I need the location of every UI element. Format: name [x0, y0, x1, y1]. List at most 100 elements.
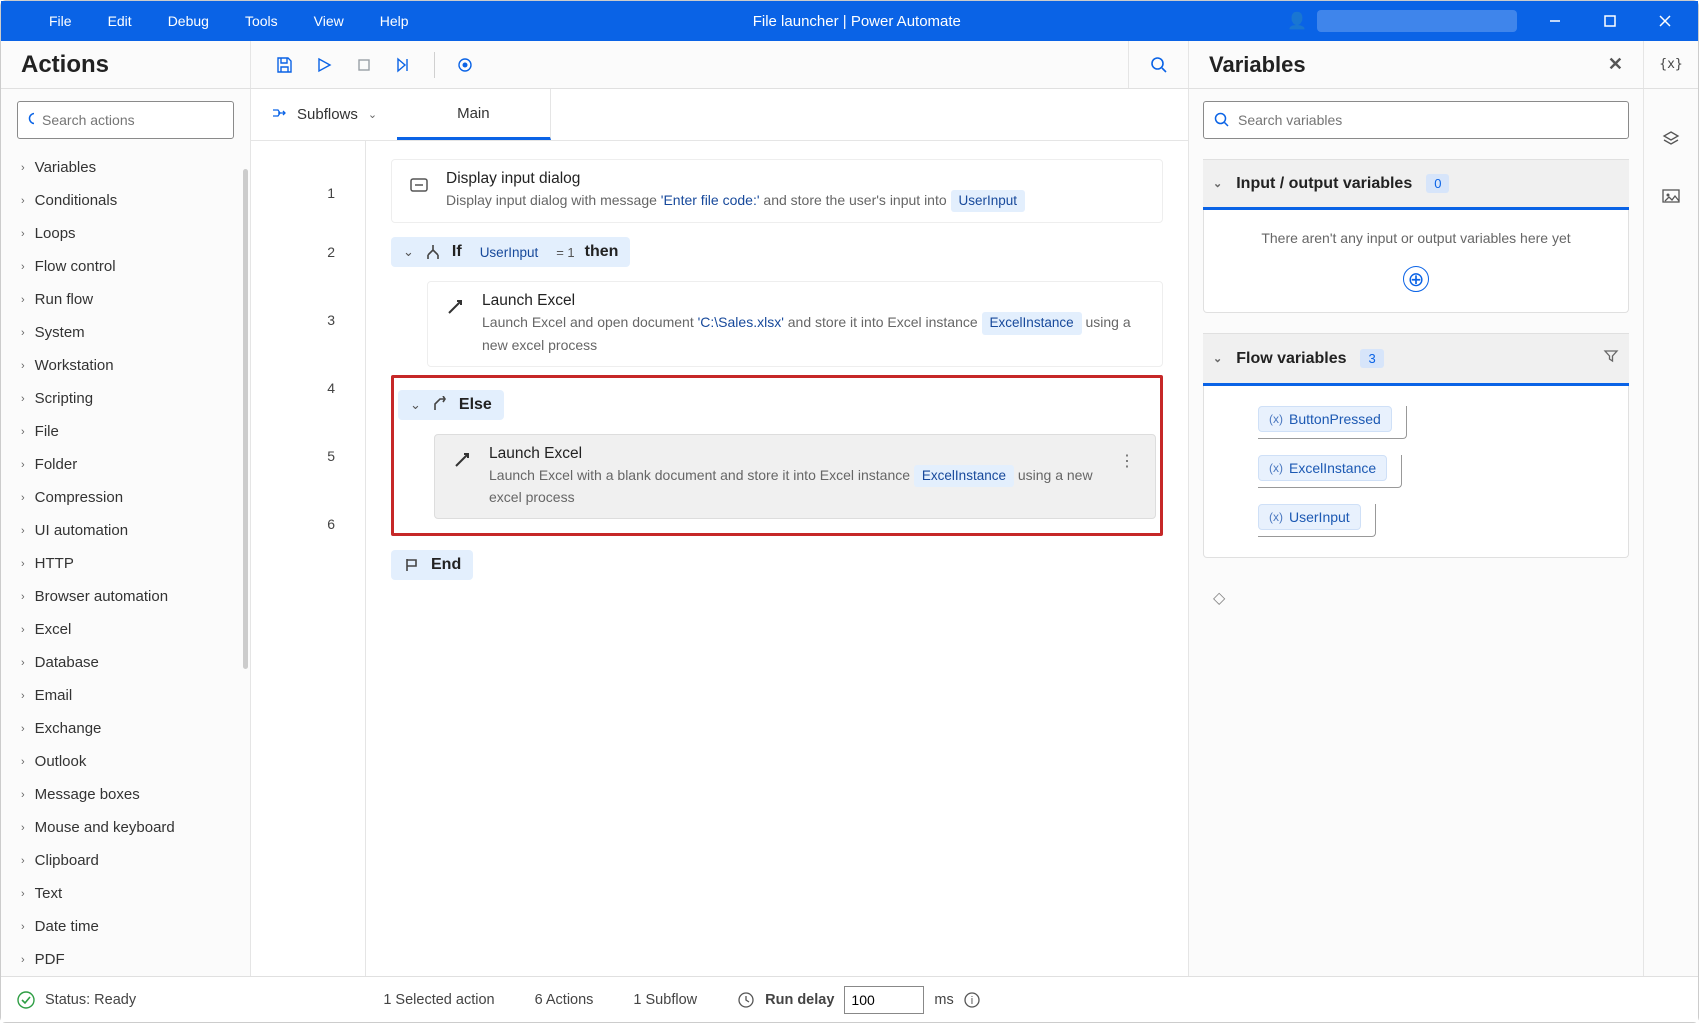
action-category[interactable]: ›Compression	[17, 481, 234, 514]
action-category[interactable]: ›Outlook	[17, 745, 234, 778]
more-options-button[interactable]: ⋮	[1113, 445, 1141, 477]
info-icon[interactable]: i	[964, 992, 980, 1008]
add-io-variable-button[interactable]: ⊕	[1403, 266, 1429, 292]
step-title: Launch Excel	[489, 445, 1099, 463]
action-category[interactable]: ›Exchange	[17, 712, 234, 745]
end-block[interactable]: End	[391, 544, 1163, 586]
io-vars-count: 0	[1426, 174, 1449, 193]
chevron-down-icon: ⌄	[1213, 352, 1222, 365]
variables-search[interactable]	[1203, 101, 1629, 139]
action-category[interactable]: ›Message boxes	[17, 778, 234, 811]
flow-vars-count: 3	[1360, 349, 1383, 368]
else-block[interactable]: ⌄Else	[398, 384, 1156, 426]
flow-step[interactable]: Launch ExcelLaunch Excel with a blank do…	[434, 434, 1156, 519]
flow-variable[interactable]: (x) UserInput	[1258, 504, 1361, 530]
flow-vars-title: Flow variables	[1236, 350, 1346, 368]
action-category-label: Browser automation	[35, 588, 168, 605]
stop-button[interactable]	[346, 47, 382, 83]
menu-tools[interactable]: Tools	[227, 3, 296, 39]
save-button[interactable]	[266, 47, 302, 83]
variables-search-input[interactable]	[1238, 112, 1618, 128]
menu-help[interactable]: Help	[362, 3, 427, 39]
action-category[interactable]: ›Database	[17, 646, 234, 679]
variable-chip[interactable]: ExcelInstance	[914, 465, 1014, 487]
action-category[interactable]: ›File	[17, 415, 234, 448]
menu-view[interactable]: View	[296, 3, 362, 39]
action-category[interactable]: ›Run flow	[17, 283, 234, 316]
action-category[interactable]: ›Email	[17, 679, 234, 712]
chevron-right-icon: ›	[21, 525, 25, 537]
scrollbar-thumb[interactable]	[243, 169, 248, 669]
variable-chip[interactable]: ExcelInstance	[982, 312, 1082, 334]
maximize-button[interactable]	[1582, 1, 1637, 41]
menu-debug[interactable]: Debug	[150, 3, 227, 39]
variables-panel-close[interactable]: ✕	[1608, 54, 1623, 75]
action-category[interactable]: ›System	[17, 316, 234, 349]
variable-chip[interactable]: UserInput	[951, 190, 1026, 212]
action-category[interactable]: ›Date time	[17, 910, 234, 943]
flow-step[interactable]: Display input dialogDisplay input dialog…	[391, 159, 1163, 223]
action-category[interactable]: ›Browser automation	[17, 580, 234, 613]
minimize-button[interactable]	[1527, 1, 1582, 41]
variable-icon: (x)	[1269, 510, 1283, 524]
run-button[interactable]	[306, 47, 342, 83]
menu-edit[interactable]: Edit	[90, 3, 150, 39]
action-category[interactable]: ›UI automation	[17, 514, 234, 547]
variable-chip[interactable]: UserInput	[472, 244, 547, 261]
action-category-label: Text	[35, 885, 63, 902]
rail-images-icon[interactable]	[1657, 182, 1685, 213]
account-icon[interactable]: 👤	[1287, 11, 1307, 31]
chevron-down-icon: ⌄	[368, 108, 377, 121]
eraser-icon[interactable]: ◇	[1203, 578, 1629, 618]
action-category-label: Folder	[35, 456, 78, 473]
toolbar-separator	[434, 52, 435, 78]
collapse-caret-icon[interactable]: ⌄	[403, 244, 414, 260]
action-category[interactable]: ›Mouse and keyboard	[17, 811, 234, 844]
rail-variables-icon[interactable]: {x}	[1643, 41, 1698, 88]
chevron-down-icon: ⌄	[1213, 177, 1222, 190]
chevron-right-icon: ›	[21, 195, 25, 207]
action-category[interactable]: ›HTTP	[17, 547, 234, 580]
status-ready-label: Status: Ready	[45, 992, 136, 1008]
if-block[interactable]: ⌄If UserInput = 1 then	[391, 231, 1163, 273]
line-number: 6	[251, 499, 365, 549]
menu-file[interactable]: File	[31, 3, 90, 39]
flow-variable[interactable]: (x) ButtonPressed	[1258, 406, 1392, 432]
clock-icon	[737, 991, 755, 1009]
action-category-label: System	[35, 324, 85, 341]
subflows-dropdown[interactable]: Subflows ⌄	[251, 89, 397, 140]
close-button[interactable]	[1637, 1, 1692, 41]
action-category[interactable]: ›PDF	[17, 943, 234, 976]
search-icon	[28, 112, 34, 128]
collapse-caret-icon[interactable]: ⌄	[410, 397, 421, 413]
action-category[interactable]: ›Workstation	[17, 349, 234, 382]
action-category[interactable]: ›Scripting	[17, 382, 234, 415]
variables-panel-header: Variables ✕	[1188, 41, 1643, 88]
action-category[interactable]: ›Loops	[17, 217, 234, 250]
flow-vars-section-header[interactable]: ⌄ Flow variables 3	[1203, 333, 1629, 386]
rail-layers-icon[interactable]	[1657, 125, 1685, 156]
actions-search[interactable]	[17, 101, 234, 139]
status-selected: 1 Selected action	[383, 992, 494, 1008]
filter-icon[interactable]	[1603, 348, 1619, 369]
action-category[interactable]: ›Variables	[17, 151, 234, 184]
io-vars-section-header[interactable]: ⌄ Input / output variables 0	[1203, 159, 1629, 210]
action-category[interactable]: ›Excel	[17, 613, 234, 646]
flow-variable[interactable]: (x) ExcelInstance	[1258, 455, 1387, 481]
status-ok-icon	[17, 991, 35, 1009]
action-category[interactable]: ›Conditionals	[17, 184, 234, 217]
actions-search-input[interactable]	[42, 112, 223, 128]
steps-canvas[interactable]: Display input dialogDisplay input dialog…	[366, 141, 1188, 976]
action-category[interactable]: ›Text	[17, 877, 234, 910]
tab-main[interactable]: Main	[397, 89, 551, 140]
action-category[interactable]: ›Clipboard	[17, 844, 234, 877]
action-category[interactable]: ›Folder	[17, 448, 234, 481]
flow-step[interactable]: Launch ExcelLaunch Excel and open docume…	[427, 281, 1163, 366]
action-category[interactable]: ›Flow control	[17, 250, 234, 283]
run-next-button[interactable]	[386, 47, 422, 83]
run-delay-input[interactable]	[844, 986, 924, 1014]
recorder-button[interactable]	[447, 47, 483, 83]
account-name-blurred[interactable]	[1317, 10, 1517, 32]
chevron-right-icon: ›	[21, 393, 25, 405]
designer-search-button[interactable]	[1128, 41, 1188, 88]
